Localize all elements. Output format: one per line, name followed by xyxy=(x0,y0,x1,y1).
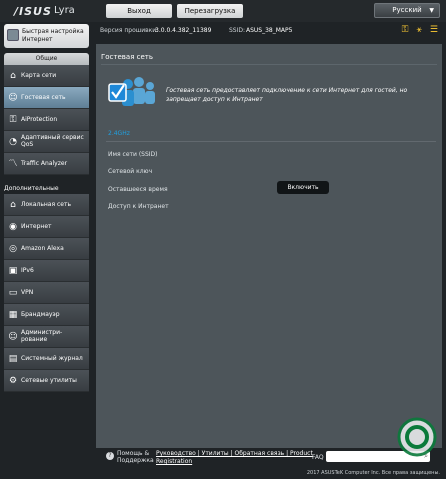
sidebar-item-label: Интернет xyxy=(21,223,52,230)
logout-button[interactable]: Выход xyxy=(106,4,172,18)
sidebar-item-label: Системный журнал xyxy=(21,355,83,362)
sidebar-item-internet[interactable]: ◉ Интернет xyxy=(4,216,89,238)
guest-network-icon: ☺ xyxy=(8,93,18,103)
advanced-menu: ⌂ Локальная сеть ◉ Интернет ◎ Amazon Ale… xyxy=(4,194,89,392)
alexa-icon: ◎ xyxy=(9,244,17,254)
traffic-analyzer-icon: 〽 xyxy=(8,159,18,169)
sidebar-item-qos[interactable]: ◔ Адаптивный сервис QoS xyxy=(4,131,89,153)
sidebar-item-label: Адаптивный сервис QoS xyxy=(21,134,84,148)
sidebar-item-administration[interactable]: ☺ Администри- рование xyxy=(4,326,89,348)
field-ssid-label: Имя сети (SSID) xyxy=(108,151,158,158)
page-title: Гостевая сеть xyxy=(101,53,153,61)
info-bar: Версия прошивки: 3.0.0.4.382_11389 SSID:… xyxy=(96,24,442,38)
footer-links-text[interactable]: Руководство | Утилиты | Обратная связь |… xyxy=(156,450,313,465)
field-intranet-access-label: Доступ к Интранет xyxy=(108,203,169,210)
top-bar: /ISUS Lyra Выход Перезагрузка Русский ▼ xyxy=(0,0,446,22)
language-value: Русский xyxy=(392,6,422,14)
quick-internet-setup-button[interactable]: Быстрая настройка Интернет xyxy=(4,24,89,48)
sidebar-item-label: Traffic Analyzer xyxy=(21,160,68,167)
guest-network-illustration-icon xyxy=(108,77,155,106)
internet-icon: ◉ xyxy=(9,222,17,232)
ssid-label: SSID: xyxy=(229,27,246,34)
sidebar-item-lan[interactable]: ⌂ Локальная сеть xyxy=(4,194,89,216)
sidebar-item-vpn[interactable]: ▭ VPN xyxy=(4,282,89,304)
sidebar-item-traffic-analyzer[interactable]: 〽 Traffic Analyzer xyxy=(4,153,89,175)
sidebar-item-label: Администри- рование xyxy=(21,329,63,343)
guest-network-description: Гостевая сеть предоставляет подключение … xyxy=(166,87,408,103)
asus-logo: /ISUS xyxy=(14,5,52,18)
sidebar-item-label: Сетевые утилиты xyxy=(21,377,77,384)
sidebar-item-label: Гостевая сеть xyxy=(21,94,66,101)
chevron-down-icon: ▼ xyxy=(429,7,434,14)
network-map-icon: ⌂ xyxy=(10,71,16,81)
sidebar-item-label: AiProtection xyxy=(21,116,58,123)
help-icon: ? xyxy=(106,452,114,460)
quick-setup-label: Быстрая настройка Интернет xyxy=(22,28,84,43)
qos-icon: ◔ xyxy=(9,137,17,147)
usb-icon[interactable]: ⚹ xyxy=(417,25,422,35)
faq-label: FAQ xyxy=(312,454,324,461)
sidebar-item-syslog[interactable]: ▤ Системный журнал xyxy=(4,348,89,370)
key-icon[interactable]: ⚿ xyxy=(402,25,409,35)
language-select[interactable]: Русский ▼ xyxy=(374,3,440,18)
status-icons: ⚿ ⚹ ☰ xyxy=(402,25,438,35)
main-panel: Гостевая сеть Гостевая сеть предоставляе… xyxy=(96,44,442,448)
sidebar-item-alexa[interactable]: ◎ Amazon Alexa xyxy=(4,238,89,260)
reboot-button[interactable]: Перезагрузка xyxy=(177,4,243,18)
firmware-label: Версия прошивки: xyxy=(100,27,159,34)
sidebar-item-guest-network[interactable]: ☺ Гостевая сеть xyxy=(4,87,89,109)
band-label: 2.4GHz xyxy=(108,130,130,137)
sidebar-item-label: Локальная сеть xyxy=(21,201,71,208)
sidebar-item-label: IPv6 xyxy=(21,267,34,274)
divider xyxy=(101,64,437,65)
aiprotection-icon: ⚿ xyxy=(9,115,17,125)
sidebar-item-label: VPN xyxy=(21,289,34,296)
sidebar-item-label: Брандмауэр xyxy=(21,311,60,318)
divider xyxy=(106,141,436,142)
enable-button[interactable]: Включить xyxy=(277,181,329,194)
admin-icon: ☺ xyxy=(8,332,18,342)
copyright: 2017 ASUSTeK Computer Inc. Все права защ… xyxy=(306,470,440,476)
sidebar-item-label: Amazon Alexa xyxy=(21,245,64,252)
field-time-remaining-label: Оставшееся время xyxy=(108,186,168,193)
footer-links[interactable]: Руководство | Утилиты | Обратная связь |… xyxy=(156,450,316,466)
sidebar-item-label: Карта сети xyxy=(21,72,57,79)
firewall-icon: ▦ xyxy=(8,310,18,320)
sidebar-item-aiprotection[interactable]: ⚿ AiProtection xyxy=(4,109,89,131)
sidebar-item-ipv6[interactable]: ▣ IPv6 xyxy=(4,260,89,282)
ssid-value: ASUS_38_MAP5 xyxy=(246,27,293,34)
watermark-logo xyxy=(397,417,437,457)
syslog-icon: ▤ xyxy=(8,354,18,364)
sidebar-item-firewall[interactable]: ▦ Брандмауэр xyxy=(4,304,89,326)
lan-icon: ⌂ xyxy=(10,200,16,210)
general-menu: Общие ⌂ Карта сети ☺ Гостевая сеть ⚿ AiP… xyxy=(4,53,89,175)
network-tools-icon: ⚙ xyxy=(8,376,18,386)
sidebar-item-network-map[interactable]: ⌂ Карта сети xyxy=(4,65,89,87)
product-name: Lyra xyxy=(54,5,75,16)
ipv6-icon: ▣ xyxy=(8,266,18,276)
vpn-icon: ▭ xyxy=(8,288,18,298)
help-support-link[interactable]: Помощь & Поддержка xyxy=(117,450,157,464)
advanced-settings-header: Дополнительные настройки xyxy=(4,185,59,203)
firmware-version[interactable]: 3.0.0.4.382_11389 xyxy=(155,27,211,34)
sidebar-item-network-tools[interactable]: ⚙ Сетевые утилиты xyxy=(4,370,89,392)
footer: ? Помощь & Поддержка Руководство | Утили… xyxy=(96,448,442,468)
wifi-icon[interactable]: ☰ xyxy=(430,25,438,35)
field-network-key-label: Сетевой ключ xyxy=(108,168,153,175)
general-menu-header: Общие xyxy=(4,53,89,65)
quick-setup-icon xyxy=(7,29,19,41)
